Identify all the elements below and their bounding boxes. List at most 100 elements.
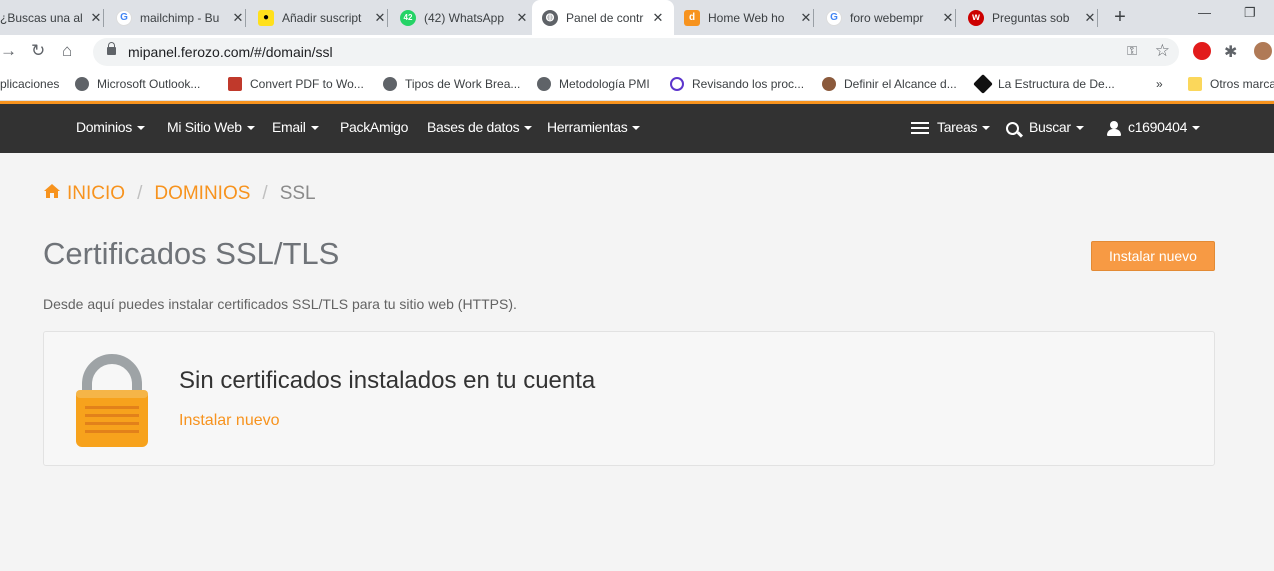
person-icon (822, 77, 836, 91)
whatsapp-icon: 42 (400, 9, 416, 26)
breadcrumb: INICIO / DOMINIOS / SSL (43, 183, 316, 205)
page-title: Certificados SSL/TLS (43, 236, 340, 271)
new-tab-icon[interactable]: + (1108, 5, 1132, 29)
google-icon: G (826, 9, 842, 26)
nav-dominios[interactable]: Dominios (76, 119, 145, 135)
chevron-down-icon (1192, 126, 1201, 131)
folder-icon (1188, 77, 1202, 91)
forward-icon[interactable]: → (0, 41, 17, 61)
globe-icon (383, 77, 397, 91)
chevron-down-icon (982, 126, 991, 131)
w-icon: w (968, 9, 984, 26)
url-text: mipanel.ferozo.com/#/domain/ssl (128, 44, 333, 60)
google-icon: G (116, 9, 132, 26)
breadcrumb-dominios[interactable]: DOMINIOS (154, 183, 250, 205)
restore-icon[interactable]: ❐ (1244, 5, 1256, 21)
bookmark-item[interactable]: Metodología PMI (537, 77, 650, 91)
tab-title: Panel de contr (566, 10, 644, 25)
padlock-icon (76, 354, 148, 447)
address-bar[interactable]: mipanel.ferozo.com/#/domain/ssl ⚿ ☆ (93, 38, 1179, 66)
main-navbar: Dominios Mi Sitio Web Email PackAmigo Ba… (0, 104, 1274, 153)
bookmarks-bar: plicaciones Microsoft Outlook... Convert… (0, 69, 1274, 101)
chevron-down-icon (632, 126, 641, 131)
tab-title: foro webempr (850, 10, 924, 25)
avatar[interactable] (1254, 42, 1272, 60)
key-icon[interactable]: ⚿ (1127, 43, 1137, 59)
browser-tab[interactable]: G foro webempr ✕ (826, 0, 956, 35)
reload-icon[interactable]: ↻ (31, 41, 45, 61)
diamond-icon (973, 74, 993, 94)
pdf-icon (228, 77, 242, 91)
chevron-down-icon (524, 126, 533, 131)
nav-buscar[interactable]: Buscar (1006, 119, 1084, 138)
tab-title: mailchimp - Bu (140, 10, 220, 25)
nav-packamigo[interactable]: PackAmigo (340, 119, 408, 135)
bookmark-item[interactable]: plicaciones (0, 77, 59, 91)
browser-tab[interactable]: G mailchimp - Bu ✕ (116, 0, 246, 35)
puzzle-icon[interactable]: ✱ (1224, 42, 1242, 61)
browser-tab[interactable]: 42 (42) WhatsApp ✕ (400, 0, 530, 35)
bookmark-item[interactable]: Definir el Alcance d... (822, 77, 957, 91)
lock-icon (107, 42, 116, 55)
nav-bases-de-datos[interactable]: Bases de datos (427, 119, 533, 135)
close-tab-icon[interactable]: ✕ (798, 10, 814, 26)
close-tab-icon[interactable]: ✕ (88, 10, 104, 26)
nav-email[interactable]: Email (272, 119, 319, 135)
globe-icon (75, 77, 89, 91)
breadcrumb-separator: / (137, 183, 143, 204)
search-icon (1006, 121, 1024, 138)
tab-title: Home Web ho (708, 10, 785, 25)
breadcrumb-separator: / (262, 183, 268, 204)
home-icon (44, 184, 60, 198)
close-tab-icon[interactable]: ✕ (372, 10, 388, 26)
empty-state-panel: Sin certificados instalados en tu cuenta… (43, 331, 1215, 466)
browser-tab-active[interactable]: ◍ Panel de contr ✕ (532, 0, 674, 35)
breadcrumb-home[interactable]: INICIO (43, 183, 125, 205)
browser-tab[interactable]: ¿Buscas una al ✕ (0, 0, 104, 35)
close-tab-icon[interactable]: ✕ (514, 10, 530, 26)
browser-tab[interactable]: d Home Web ho ✕ (684, 0, 814, 35)
bookmark-item[interactable]: Tipos de Work Brea... (383, 77, 520, 91)
nav-herramientas[interactable]: Herramientas (547, 119, 641, 135)
bookmark-item[interactable]: La Estructura de De... (973, 74, 1115, 94)
home-icon[interactable]: ⌂ (62, 41, 72, 61)
close-tab-icon[interactable]: ✕ (1082, 10, 1098, 26)
nav-mi-sitio-web[interactable]: Mi Sitio Web (167, 119, 255, 135)
bookmark-item[interactable]: Convert PDF to Wo... (228, 77, 364, 91)
page-description: Desde aquí puedes instalar certificados … (43, 296, 517, 312)
breadcrumb-current: SSL (279, 183, 316, 204)
list-icon (911, 122, 929, 135)
browser-toolbar: → ↻ ⌂ mipanel.ferozo.com/#/domain/ssl ⚿ … (0, 35, 1274, 69)
opera-extension-icon[interactable] (1193, 42, 1211, 60)
browser-tab-strip: ¿Buscas una al ✕ G mailchimp - Bu ✕ ● Añ… (0, 0, 1274, 35)
install-new-button[interactable]: Instalar nuevo (1091, 241, 1215, 271)
chevron-down-icon (246, 126, 255, 131)
other-bookmarks[interactable]: Otros marca (1188, 77, 1274, 91)
close-tab-icon[interactable]: ✕ (650, 10, 666, 26)
close-tab-icon[interactable]: ✕ (940, 10, 956, 26)
d-icon: d (684, 9, 700, 26)
nav-user-menu[interactable]: c1690404 (1107, 119, 1201, 136)
chevron-down-icon (1075, 126, 1084, 131)
minimize-icon[interactable]: — (1198, 5, 1211, 20)
chevron-down-icon (310, 126, 319, 131)
browser-tab[interactable]: w Preguntas sob ✕ (968, 0, 1098, 35)
nav-tareas[interactable]: Tareas (911, 119, 991, 135)
install-new-link[interactable]: Instalar nuevo (179, 412, 280, 430)
bookmark-item[interactable]: Revisando los proc... (670, 77, 804, 91)
star-icon[interactable]: ☆ (1155, 41, 1170, 61)
c-icon (670, 77, 684, 91)
globe-icon (537, 77, 551, 91)
globe-icon: ◍ (542, 9, 558, 26)
user-icon (1107, 120, 1121, 136)
tab-title: Añadir suscript (282, 10, 362, 25)
mailchimp-icon: ● (258, 9, 274, 26)
close-tab-icon[interactable]: ✕ (230, 10, 246, 26)
tab-title: (42) WhatsApp (424, 10, 505, 25)
more-bookmarks-icon[interactable]: » (1156, 77, 1163, 91)
chevron-down-icon (136, 126, 145, 131)
tab-title: ¿Buscas una al (0, 10, 83, 25)
browser-tab[interactable]: ● Añadir suscript ✕ (258, 0, 388, 35)
bookmark-item[interactable]: Microsoft Outlook... (75, 77, 200, 91)
empty-state-title: Sin certificados instalados en tu cuenta (179, 367, 596, 394)
